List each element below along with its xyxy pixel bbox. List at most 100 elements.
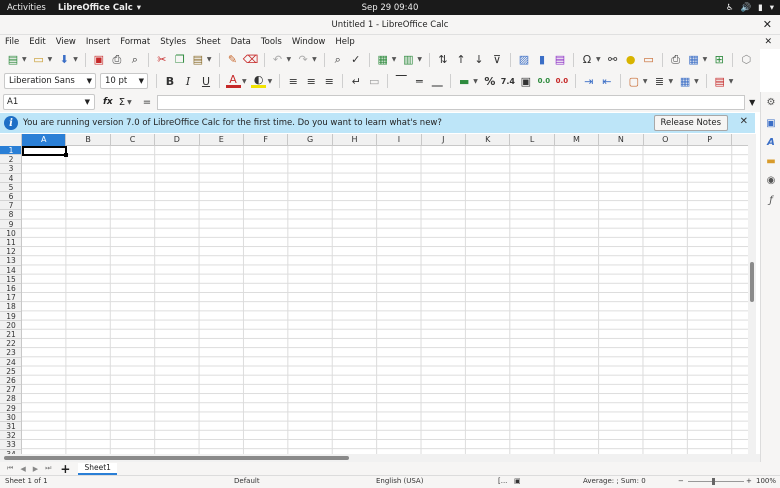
document-modified-icon[interactable]: ▣ — [514, 477, 521, 485]
first-sheet-icon[interactable]: ⏮ — [7, 464, 13, 473]
pivot-table-icon[interactable]: ▤ — [553, 52, 568, 67]
sort-icon[interactable]: ⇅ — [436, 52, 451, 67]
center-vertically-icon[interactable]: ═ — [412, 74, 427, 89]
expand-formula-icon[interactable]: ▼ — [749, 98, 755, 107]
special-character-icon[interactable]: Ω — [580, 52, 595, 67]
row-header-30[interactable]: 30 — [0, 413, 21, 422]
column-header-m[interactable]: M — [555, 134, 600, 146]
navigator-icon[interactable]: ◉ — [764, 173, 778, 187]
chevron-down-icon[interactable]: ▼ — [268, 78, 273, 85]
column-header-h[interactable]: H — [333, 134, 378, 146]
row-header-26[interactable]: 26 — [0, 376, 21, 386]
border-style-icon[interactable]: ≣ — [652, 74, 667, 89]
formula-input[interactable] — [157, 94, 746, 110]
export-pdf-icon[interactable]: ▣ — [91, 52, 106, 67]
system-tray[interactable]: ♿ 🔊 ▮ ▾ — [726, 0, 774, 15]
row-header-32[interactable]: 32 — [0, 431, 21, 441]
column-header-g[interactable]: G — [288, 134, 333, 146]
menu-view[interactable]: View — [51, 37, 81, 47]
row-header-21[interactable]: 21 — [0, 330, 21, 340]
align-right-icon[interactable]: ≡ — [322, 74, 337, 89]
column-header-l[interactable]: L — [510, 134, 555, 146]
row-header-5[interactable]: 5 — [0, 183, 21, 192]
chevron-down-icon[interactable]: ▼ — [127, 99, 132, 106]
chevron-down-icon[interactable]: ▼ — [729, 78, 734, 85]
close-icon[interactable]: ✕ — [740, 116, 748, 127]
zoom-out-icon[interactable]: − — [678, 477, 684, 485]
menu-styles[interactable]: Styles — [155, 37, 191, 47]
font-size-combo[interactable]: 10 pt ▼ — [100, 73, 148, 89]
chevron-down-icon[interactable]: ▼ — [139, 77, 144, 85]
selection-summary[interactable]: Average: ; Sum: 0 — [583, 477, 646, 485]
zoom-slider[interactable] — [688, 481, 744, 482]
row-header-14[interactable]: 14 — [0, 266, 21, 275]
row-header-33[interactable]: 33 — [0, 440, 21, 450]
conditional-format-icon[interactable]: ▤ — [712, 74, 727, 89]
row-header-9[interactable]: 9 — [0, 220, 21, 229]
redo-icon[interactable]: ↷ — [296, 52, 311, 67]
zoom-level[interactable]: 100% — [756, 477, 776, 485]
align-bottom-icon[interactable]: ⎽ — [430, 74, 445, 89]
chevron-down-icon[interactable]: ▼ — [694, 78, 699, 85]
add-decimal-icon[interactable]: 0.0 — [536, 74, 551, 89]
vertical-scrollbar[interactable] — [748, 134, 756, 454]
spreadsheet-grid[interactable]: ABCDEFGHIJKLMNOP 1 2 3 4 5 6 7 8 9 10 11 12 13 14 15 16… — [0, 134, 748, 454]
sum-icon[interactable]: Σ — [119, 97, 125, 108]
chevron-down-icon[interactable]: ▼ — [312, 56, 317, 63]
font-name-combo[interactable]: Liberation Sans ▼ — [4, 73, 96, 89]
underline-icon[interactable]: U — [199, 74, 214, 89]
chevron-down-icon[interactable]: ▼ — [473, 78, 478, 85]
print-preview-icon[interactable]: ⌕ — [127, 52, 142, 67]
clone-formatting-icon[interactable]: ✎ — [225, 52, 240, 67]
row-header-20[interactable]: 20 — [0, 321, 21, 330]
row-header-3[interactable]: 3 — [0, 164, 21, 174]
chevron-down-icon[interactable]: ▼ — [48, 56, 53, 63]
border-color-icon[interactable]: ▦ — [678, 74, 693, 89]
header-footer-icon[interactable]: ▭ — [641, 52, 656, 67]
split-window-icon[interactable]: ⊞ — [712, 52, 727, 67]
row-icon[interactable]: ▦ — [375, 52, 390, 67]
insert-chart-icon[interactable]: ▮ — [535, 52, 550, 67]
row-header-25[interactable]: 25 — [0, 367, 21, 376]
functions-icon[interactable]: ƒ — [764, 193, 778, 207]
column-header-e[interactable]: E — [200, 134, 244, 146]
row-header-22[interactable]: 22 — [0, 339, 21, 349]
chevron-down-icon[interactable]: ▼ — [73, 56, 78, 63]
chevron-down-icon[interactable]: ▼ — [596, 56, 601, 63]
chevron-down-icon[interactable]: ▼ — [287, 56, 292, 63]
menu-window[interactable]: Window — [287, 37, 331, 47]
undo-icon[interactable]: ↶ — [270, 52, 285, 67]
new-document-icon[interactable]: ▤ — [6, 52, 21, 67]
menu-file[interactable]: File — [0, 37, 24, 47]
menu-format[interactable]: Format — [115, 37, 155, 47]
chevron-down-icon[interactable]: ▼ — [22, 56, 27, 63]
increase-indent-icon[interactable]: ⇥ — [581, 74, 596, 89]
row-header-17[interactable]: 17 — [0, 293, 21, 303]
horizontal-scrollbar[interactable] — [0, 454, 760, 462]
delete-decimal-icon[interactable]: 0.0 — [554, 74, 569, 89]
chevron-down-icon[interactable]: ▼ — [703, 56, 708, 63]
row-header-15[interactable]: 15 — [0, 275, 21, 284]
column-header-a[interactable]: A — [22, 134, 67, 146]
number-format-icon[interactable]: 7.4 — [500, 74, 515, 89]
chevron-down-icon[interactable]: ▼ — [87, 77, 92, 85]
chevron-down-icon[interactable]: ▼ — [85, 98, 90, 106]
bold-icon[interactable]: B — [163, 74, 178, 89]
language[interactable]: English (USA) — [376, 477, 423, 485]
row-header-6[interactable]: 6 — [0, 192, 21, 202]
menu-insert[interactable]: Insert — [81, 37, 115, 47]
next-sheet-icon[interactable]: ▶ — [33, 465, 38, 473]
zoom-slider-knob[interactable] — [712, 478, 715, 485]
zoom-in-icon[interactable]: + — [746, 477, 752, 485]
hyperlink-icon[interactable]: ⚯ — [605, 52, 620, 67]
menu-help[interactable]: Help — [330, 37, 359, 47]
last-sheet-icon[interactable]: ⏭ — [45, 464, 51, 473]
row-header-28[interactable]: 28 — [0, 394, 21, 404]
name-box[interactable]: A1 ▼ — [3, 94, 95, 110]
row-header-7[interactable]: 7 — [0, 201, 21, 211]
prev-sheet-icon[interactable]: ◀ — [20, 465, 25, 473]
autofilter-icon[interactable]: ⊽ — [490, 52, 505, 67]
close-document-icon[interactable]: ✕ — [764, 37, 772, 47]
gallery-icon[interactable]: ▬ — [764, 154, 778, 168]
find-replace-icon[interactable]: ⌕ — [330, 52, 345, 67]
